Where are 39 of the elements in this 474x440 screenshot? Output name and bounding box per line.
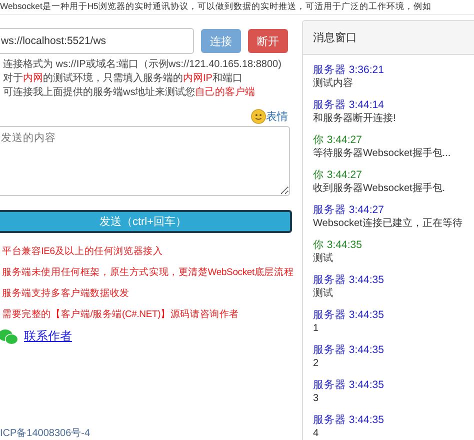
- footer-link[interactable]: ICP备14008306号-4: [0, 426, 292, 440]
- note-text: 服务端未使用任何框架，原生方式实现，更清楚WebSocket底层流程: [2, 266, 294, 280]
- message-sender: 你 3:44:27: [313, 133, 363, 147]
- message-text: 和服务器断开连接!: [313, 112, 397, 126]
- message-sender: 服务器 3:44:35: [313, 378, 385, 392]
- send-button[interactable]: 发送（ctrl+回车）: [0, 210, 292, 233]
- message-sender: 服务器 3:44:35: [313, 273, 385, 287]
- emoji-link[interactable]: 表情: [266, 109, 288, 124]
- message-sender: 你 3:44:35: [313, 238, 363, 252]
- message-sender: 你 3:44:27: [313, 168, 363, 182]
- contact-link[interactable]: 联系作者: [24, 328, 72, 345]
- message-text: Websocket连接已建立，正在等待: [313, 217, 464, 231]
- hint-text: 连接格式为 ws://IP或域名:端口（示例ws://121.40.165.18:8800): [3, 58, 282, 72]
- message-sender: 服务器 3:44:35: [313, 413, 385, 427]
- note-text: 平台兼容IE6及以上的任何浏览器接入: [2, 245, 163, 259]
- message-field[interactable]: 发送的内容: [0, 126, 290, 196]
- message-text: 测试: [313, 287, 334, 301]
- message-sender: 服务器 3:44:14: [313, 98, 385, 112]
- disconnect-button[interactable]: 断开: [248, 29, 288, 53]
- note-text: 需要完整的【客户端/服务端(C#.NET)】源码请咨询作者: [2, 308, 239, 322]
- smiley-icon: [251, 109, 266, 124]
- message-text: 等待服务器Websocket握手包...: [313, 147, 452, 161]
- note-text: 服务端支持多客户端数据收发: [2, 287, 130, 301]
- intro-text: Websocket是一种用于H5浏览器的实时通讯协议，可以做到数据的实时推送，可适用于广泛的工作环境，例如: [0, 0, 474, 15]
- message-sender: 服务器 3:44:35: [313, 343, 385, 357]
- message-sender: 服务器 3:44:27: [313, 203, 385, 217]
- panel-title: 消息窗口: [303, 21, 474, 55]
- message-text: 收到服务器Websocket握手包.: [313, 182, 446, 196]
- message-text: 测试: [313, 252, 334, 266]
- message-text: 4: [313, 427, 320, 440]
- message-text: 1: [313, 322, 320, 336]
- url-field[interactable]: ws://localhost:5521/ws: [0, 28, 194, 54]
- message-text: 3: [313, 392, 320, 406]
- message-sender: 服务器 3:44:35: [313, 308, 385, 322]
- hint-text: 可连接我上面提供的服务端ws地址来测试您自己的客户端: [3, 86, 256, 100]
- message-text: 2: [313, 357, 320, 371]
- hint-text: 对于内网的测试环境，只需填入服务端的内网IP和端口: [3, 72, 242, 86]
- message-sender: 服务器 3:36:21: [313, 63, 385, 77]
- message-text: 测试内容: [313, 77, 354, 91]
